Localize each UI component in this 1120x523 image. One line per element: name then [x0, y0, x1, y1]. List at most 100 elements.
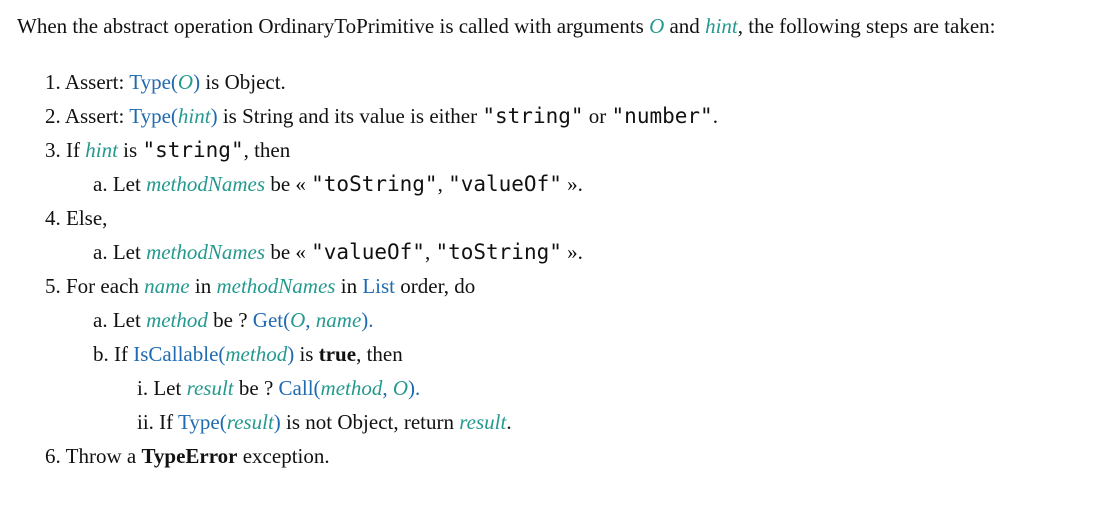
- intro-text: , the following steps are taken:: [737, 14, 996, 38]
- step-text: Let: [112, 240, 147, 264]
- code-number: "number": [611, 104, 713, 128]
- code-valueOf: "valueOf": [448, 172, 562, 196]
- step-text: exception.: [237, 444, 330, 468]
- code-string: "string": [142, 138, 244, 162]
- step-5bi: i. Let result be ? Call(method, O).: [17, 371, 1120, 405]
- var-O[interactable]: O: [649, 14, 664, 38]
- step-text: be «: [265, 172, 312, 196]
- var-O[interactable]: O: [290, 308, 305, 332]
- step-text: Throw a: [65, 444, 142, 468]
- step-text: If: [159, 410, 179, 434]
- paren: ).: [361, 308, 374, 332]
- step-text: or: [583, 104, 612, 128]
- step-number: 6.: [45, 444, 66, 468]
- var-name[interactable]: name: [144, 274, 190, 298]
- step-text: If: [114, 342, 134, 366]
- step-text: , then: [356, 342, 403, 366]
- step-number: 1.: [45, 70, 65, 94]
- paren: (: [219, 410, 227, 434]
- var-method[interactable]: method: [321, 376, 383, 400]
- step-3: 3. If hint is "string", then: [17, 133, 1120, 167]
- step-5a: a. Let method be ? Get(O, name).: [17, 303, 1120, 337]
- link-list[interactable]: List: [362, 274, 395, 298]
- step-text: Else,: [66, 206, 108, 230]
- step-text: order, do: [395, 274, 476, 298]
- paren: ).: [408, 376, 421, 400]
- step-number: 3.: [45, 138, 66, 162]
- var-method[interactable]: method: [146, 308, 208, 332]
- intro-text: When the abstract operation OrdinaryToPr…: [17, 14, 650, 38]
- link-call[interactable]: Call: [279, 376, 314, 400]
- link-type[interactable]: Type: [129, 104, 171, 128]
- step-text: Assert:: [64, 70, 130, 94]
- step-2: 2. Assert: Type(hint) is String and its …: [17, 99, 1120, 133]
- step-text: is: [117, 138, 143, 162]
- step-5: 5. For each name in methodNames in List …: [17, 269, 1120, 303]
- step-number: a.: [93, 240, 113, 264]
- step-text: ».: [561, 240, 583, 264]
- code-toString: "toString": [311, 172, 438, 196]
- step-text: .: [712, 104, 718, 128]
- step-number: a.: [93, 172, 113, 196]
- var-name[interactable]: name: [316, 308, 362, 332]
- step-text: is not Object, return: [280, 410, 460, 434]
- keyword-typeerror: TypeError: [141, 444, 238, 468]
- var-hint[interactable]: hint: [705, 14, 738, 38]
- step-5b: b. If IsCallable(method) is true, then: [17, 337, 1120, 371]
- var-method[interactable]: method: [225, 342, 287, 366]
- var-result[interactable]: result: [459, 410, 506, 434]
- step-text: ».: [561, 172, 583, 196]
- step-text: .: [506, 410, 512, 434]
- step-1: 1. Assert: Type(O) is Object.: [17, 65, 1120, 99]
- keyword-true: true: [318, 342, 357, 366]
- link-type[interactable]: Type: [129, 70, 171, 94]
- step-5bii: ii. If Type(result) is not Object, retur…: [17, 405, 1120, 439]
- code-toString: "toString": [435, 240, 562, 264]
- step-text: Assert:: [64, 104, 130, 128]
- intro-paragraph: When the abstract operation OrdinaryToPr…: [17, 10, 1120, 43]
- step-text: Let: [153, 376, 187, 400]
- step-number: 5.: [45, 274, 66, 298]
- link-get[interactable]: Get: [253, 308, 283, 332]
- step-number: 4.: [45, 206, 66, 230]
- var-methodNames[interactable]: methodNames: [146, 172, 265, 196]
- step-number: b.: [93, 342, 114, 366]
- paren: (: [313, 376, 321, 400]
- var-result[interactable]: result: [227, 410, 274, 434]
- var-O[interactable]: O: [393, 376, 408, 400]
- link-iscallable[interactable]: IsCallable: [133, 342, 218, 366]
- paren: ,: [382, 376, 393, 400]
- step-text: be ?: [233, 376, 279, 400]
- step-number: 2.: [45, 104, 65, 128]
- var-O[interactable]: O: [178, 70, 193, 94]
- paren: ): [210, 104, 218, 128]
- step-number: ii.: [137, 410, 160, 434]
- step-number: i.: [137, 376, 154, 400]
- paren: (: [170, 104, 178, 128]
- step-3a: a. Let methodNames be « "toString", "val…: [17, 167, 1120, 201]
- step-4: 4. Else,: [17, 201, 1120, 235]
- var-hint[interactable]: hint: [85, 138, 118, 162]
- spec-section: When the abstract operation OrdinaryToPr…: [0, 0, 1120, 473]
- paren: ): [273, 410, 281, 434]
- var-result[interactable]: result: [187, 376, 234, 400]
- step-text: Let: [112, 172, 147, 196]
- link-type[interactable]: Type: [178, 410, 220, 434]
- paren: ,: [305, 308, 316, 332]
- var-methodNames[interactable]: methodNames: [146, 240, 265, 264]
- step-text: Let: [112, 308, 147, 332]
- var-methodNames[interactable]: methodNames: [216, 274, 335, 298]
- step-text: in: [189, 274, 217, 298]
- step-text: For each: [66, 274, 145, 298]
- step-text: be ?: [207, 308, 253, 332]
- step-6: 6. Throw a TypeError exception.: [17, 439, 1120, 473]
- step-text: ,: [437, 172, 449, 196]
- step-text: , then: [243, 138, 291, 162]
- step-4a: a. Let methodNames be « "valueOf", "toSt…: [17, 235, 1120, 269]
- step-text: is: [294, 342, 319, 366]
- step-text: is String and its value is either: [217, 104, 483, 128]
- var-hint[interactable]: hint: [178, 104, 211, 128]
- code-string: "string": [482, 104, 584, 128]
- paren: (: [170, 70, 178, 94]
- step-text: is Object.: [200, 70, 286, 94]
